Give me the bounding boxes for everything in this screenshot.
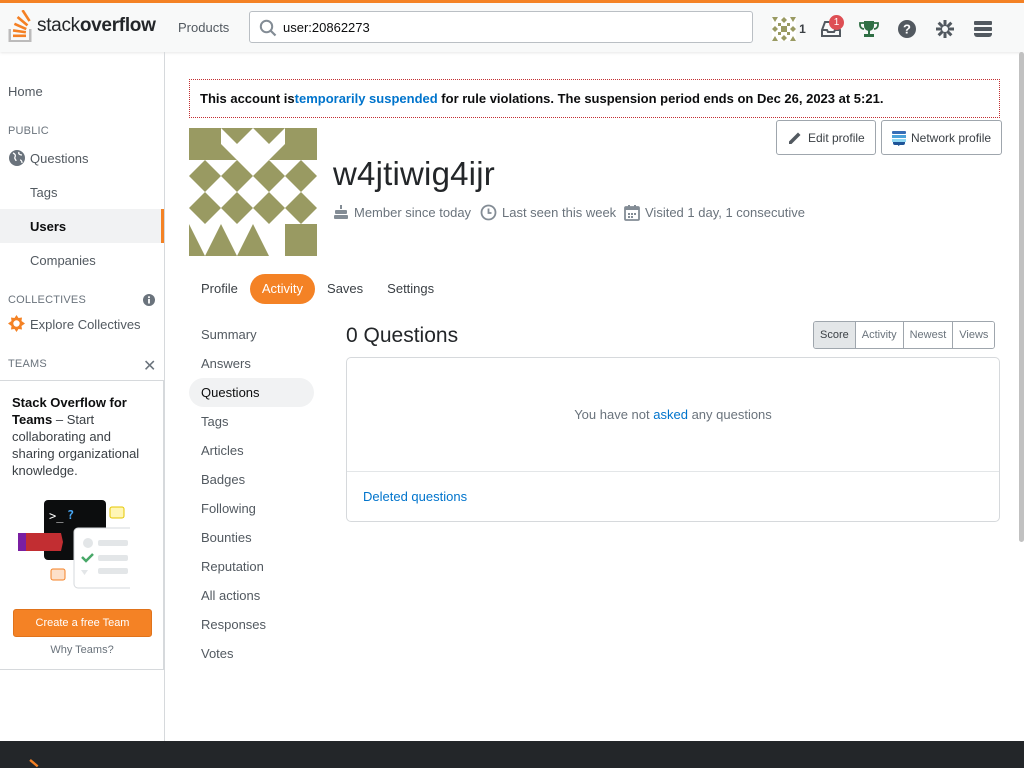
subnav-badges[interactable]: Badges xyxy=(189,465,314,494)
profile-tabs: Profile Activity Saves Settings xyxy=(189,273,446,304)
user-avatar-icon xyxy=(772,17,797,41)
svg-text:?: ? xyxy=(67,508,74,522)
clock-icon xyxy=(480,204,497,221)
inbox-button[interactable]: 1 xyxy=(812,11,850,47)
svg-text:>_: >_ xyxy=(49,509,64,523)
activity-subnav: Summary Answers Questions Tags Articles … xyxy=(189,320,314,668)
top-bar: stackoverflow Products 1 xyxy=(0,0,1024,52)
site-switcher-button[interactable] xyxy=(926,11,964,47)
tab-saves[interactable]: Saves xyxy=(315,274,375,304)
svg-text:?: ? xyxy=(903,22,911,37)
network-profile-button[interactable]: Network profile xyxy=(881,120,1003,155)
questions-box: You have not asked any questions Deleted… xyxy=(346,357,1000,522)
subnav-reputation[interactable]: Reputation xyxy=(189,552,314,581)
achievements-button[interactable] xyxy=(850,11,888,47)
sort-newest-button[interactable]: Newest xyxy=(902,322,953,348)
subnav-all-actions[interactable]: All actions xyxy=(189,581,314,610)
teams-heading: TEAMS xyxy=(8,358,47,370)
tab-profile[interactable]: Profile xyxy=(189,274,250,304)
subnav-articles[interactable]: Articles xyxy=(189,436,314,465)
collectives-icon xyxy=(8,315,25,332)
subnav-responses[interactable]: Responses xyxy=(189,610,314,639)
nav-home[interactable]: Home xyxy=(8,84,43,99)
stackexchange-icon xyxy=(892,130,906,146)
free-label: Free xyxy=(27,588,49,602)
nav-companies[interactable]: Companies xyxy=(0,243,164,277)
left-sidebar: Home PUBLIC Questions Tags Users Compani… xyxy=(0,52,165,741)
site-footer xyxy=(0,741,1024,768)
logo-text: stackoverflow xyxy=(37,15,156,36)
subnav-questions[interactable]: Questions xyxy=(189,378,314,407)
subnav-tags[interactable]: Tags xyxy=(189,407,314,436)
member-since: Member since today xyxy=(333,204,471,220)
stackoverflow-logo-icon xyxy=(8,10,32,42)
help-button[interactable]: ? xyxy=(888,11,926,47)
subnav-following[interactable]: Following xyxy=(189,494,314,523)
calendar-icon xyxy=(624,205,640,221)
sort-activity-button[interactable]: Activity xyxy=(854,322,903,348)
nav-users[interactable]: Users xyxy=(0,209,164,243)
cake-icon xyxy=(334,205,348,219)
search-input[interactable] xyxy=(283,19,723,35)
user-avatar xyxy=(189,128,317,256)
achievements-icon xyxy=(859,21,879,37)
tab-activity[interactable]: Activity xyxy=(249,273,316,304)
menu-button[interactable] xyxy=(964,11,1002,47)
top-icons: 1 1 ? xyxy=(766,11,1002,47)
suspension-notice: This account is temporarily suspended fo… xyxy=(189,79,1000,118)
edit-profile-button[interactable]: Edit profile xyxy=(776,120,876,155)
nav-questions[interactable]: Questions xyxy=(0,141,164,175)
sort-views-button[interactable]: Views xyxy=(952,322,995,348)
empty-state-message: You have not asked any questions xyxy=(574,407,772,422)
products-menu[interactable]: Products xyxy=(166,13,241,41)
search-box[interactable] xyxy=(249,11,753,43)
footer-logo-icon xyxy=(29,759,39,768)
tab-settings[interactable]: Settings xyxy=(375,274,446,304)
asked-link[interactable]: asked xyxy=(653,407,688,422)
site-switcher-icon xyxy=(936,20,954,38)
sort-button-group: Score Activity Newest Views xyxy=(813,321,996,349)
subnav-summary[interactable]: Summary xyxy=(189,320,314,349)
subnav-answers[interactable]: Answers xyxy=(189,349,314,378)
teams-promo-text: Stack Overflow for Teams – Start collabo… xyxy=(12,395,140,478)
page-scrollbar[interactable] xyxy=(1019,52,1024,542)
last-seen: Last seen this week xyxy=(480,204,616,221)
hamburger-icon xyxy=(974,21,992,37)
close-icon[interactable]: ✕ xyxy=(143,356,156,376)
collectives-heading: COLLECTIVES xyxy=(8,294,87,306)
teams-illustration: >_ ? xyxy=(18,500,130,589)
subnav-bounties[interactable]: Bounties xyxy=(189,523,314,552)
why-teams-link[interactable]: Why Teams? xyxy=(0,644,164,656)
stackoverflow-logo[interactable]: stackoverflow xyxy=(8,9,156,43)
help-icon: ? xyxy=(898,20,916,38)
nav-explore-collectives[interactable]: Explore Collectives xyxy=(0,307,164,341)
public-heading: PUBLIC xyxy=(8,125,49,137)
pencil-icon xyxy=(789,132,801,144)
suspended-link[interactable]: temporarily suspended xyxy=(295,91,438,106)
profile-username: w4jtiwig4ijr xyxy=(333,155,495,192)
reputation-count: 1 xyxy=(799,22,806,36)
teams-promo: Stack Overflow for Teams – Start collabo… xyxy=(0,380,164,670)
user-card[interactable]: 1 xyxy=(766,11,812,47)
subnav-votes[interactable]: Votes xyxy=(189,639,314,668)
deleted-questions-link[interactable]: Deleted questions xyxy=(363,489,467,504)
nav-tags[interactable]: Tags xyxy=(0,175,164,209)
sort-score-button[interactable]: Score xyxy=(814,322,855,348)
visited: Visited 1 day, 1 consecutive xyxy=(624,204,805,221)
search-icon xyxy=(259,19,277,37)
create-team-button[interactable]: Create a free Team xyxy=(13,609,152,637)
divider xyxy=(347,471,999,472)
inbox-count-badge: 1 xyxy=(829,15,844,30)
globe-icon xyxy=(9,150,25,166)
questions-title: 0 Questions xyxy=(346,324,459,347)
info-icon[interactable] xyxy=(143,294,155,306)
